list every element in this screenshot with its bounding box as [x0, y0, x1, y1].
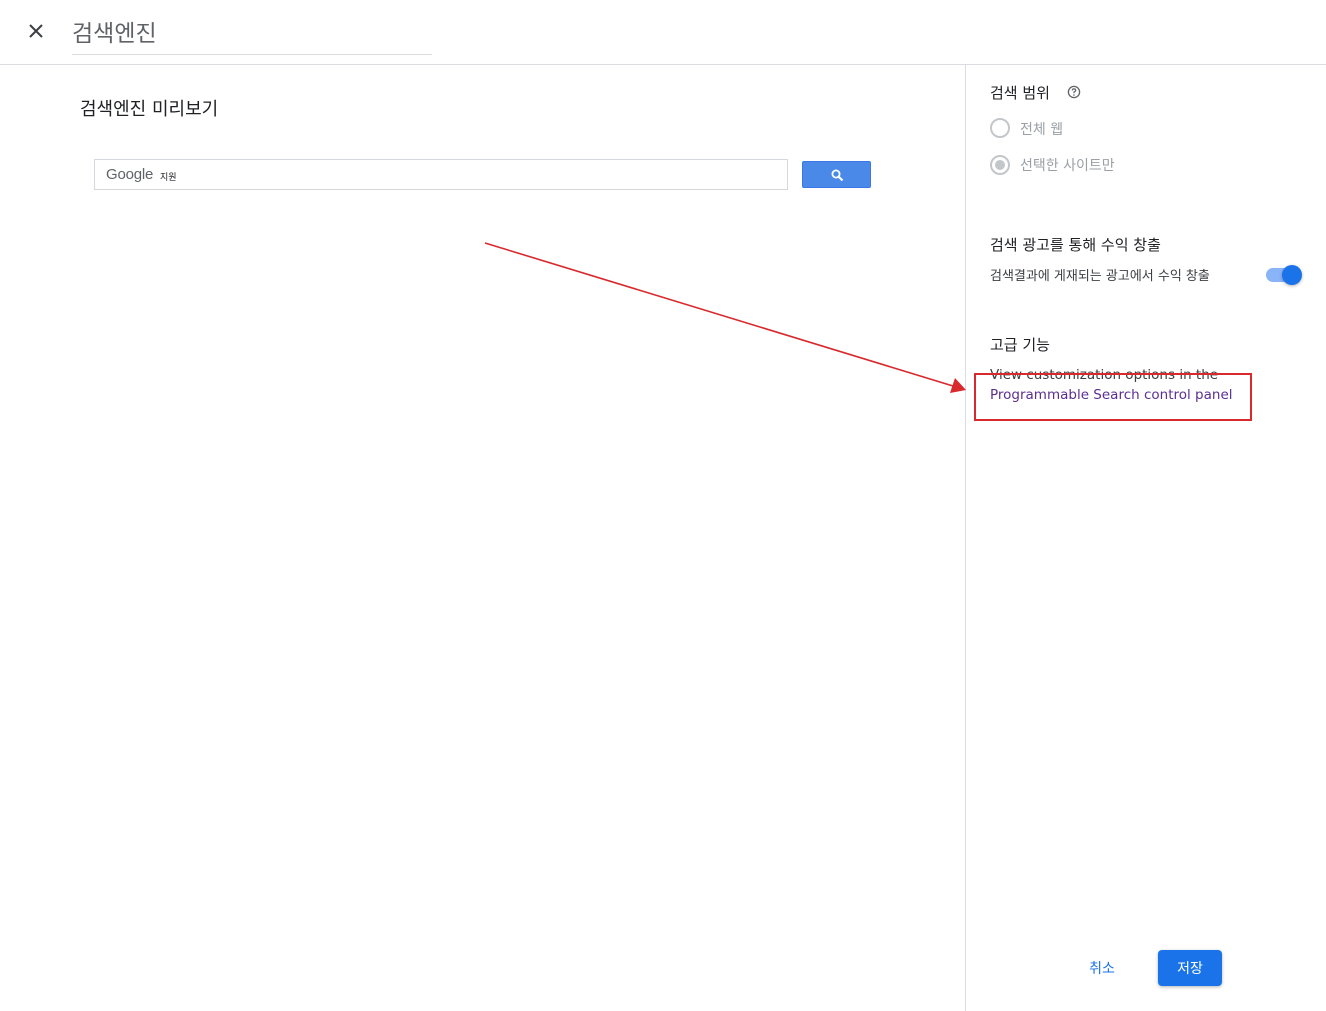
- ads-description: 검색결과에 게재되는 광고에서 수익 창출: [990, 269, 1210, 284]
- radio-whole-web[interactable]: [990, 118, 1010, 138]
- advanced-label: 고급 기능: [990, 336, 1050, 354]
- search-icon: [831, 169, 844, 182]
- cancel-button[interactable]: 취소: [1076, 950, 1128, 986]
- search-button[interactable]: [802, 161, 871, 188]
- close-icon[interactable]: [22, 17, 50, 45]
- close-button[interactable]: [22, 17, 50, 45]
- title-field[interactable]: 검색엔진: [72, 8, 432, 55]
- preview-heading: 검색엔진 미리보기: [80, 99, 219, 120]
- scope-label: 검색 범위: [990, 84, 1050, 102]
- ads-toggle-knob[interactable]: [1282, 265, 1302, 285]
- radio-selected-sites-label[interactable]: 선택한 사이트만: [1020, 155, 1115, 175]
- search-input[interactable]: Google 지원: [94, 159, 788, 190]
- panel-divider: [965, 65, 966, 1011]
- save-button[interactable]: 저장: [1158, 950, 1222, 986]
- annotation-highlight-box: [974, 373, 1252, 421]
- annotation-arrow: [484, 242, 966, 393]
- ads-label: 검색 광고를 통해 수익 창출: [990, 236, 1161, 254]
- page-title[interactable]: 검색엔진: [72, 14, 157, 48]
- radio-selected-sites[interactable]: [990, 155, 1010, 175]
- google-logo-sub: 지원: [160, 173, 177, 183]
- help-circle-icon[interactable]: [1067, 85, 1081, 99]
- radio-whole-web-label[interactable]: 전체 웹: [1020, 119, 1063, 139]
- top-bar: 검색엔진: [0, 0, 1326, 65]
- google-logo: Google: [106, 166, 154, 183]
